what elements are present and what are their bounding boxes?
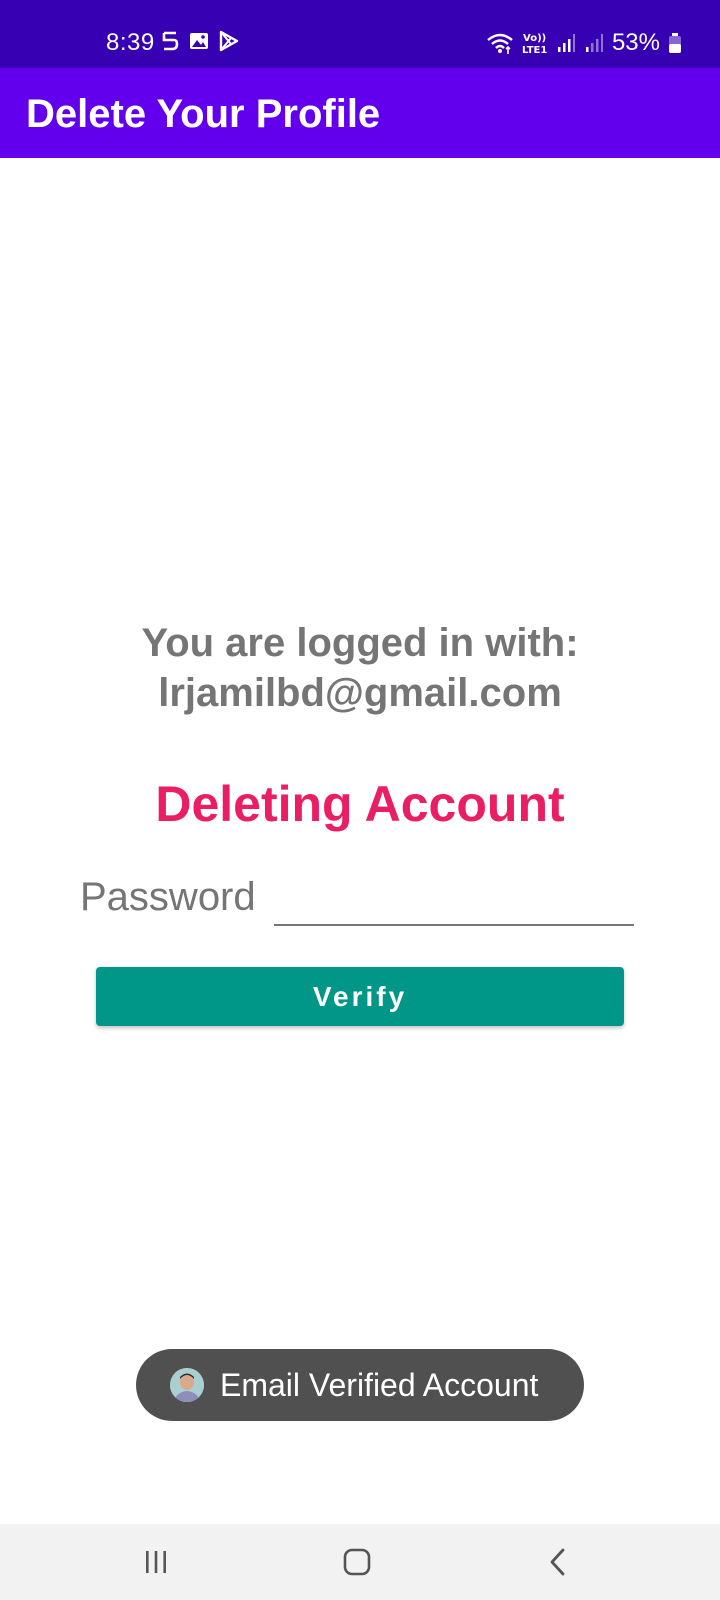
password-label: Password (80, 875, 256, 919)
wifi-icon (486, 31, 514, 55)
home-icon[interactable] (327, 1538, 387, 1586)
signal-icon (556, 32, 576, 54)
screen: 8:39 Vo)) LTE1 53% Delete Your Profile Y… (0, 0, 720, 1600)
svg-text:LTE1: LTE1 (522, 45, 547, 55)
s-notification-icon (160, 30, 180, 52)
volte-icon: Vo)) LTE1 (522, 31, 548, 55)
battery-percent: 53% (611, 29, 660, 56)
logged-in-label: You are logged in with: (141, 621, 579, 665)
status-left-icons (160, 30, 240, 52)
app-avatar-icon (170, 1368, 204, 1402)
status-time: 8:39 (106, 29, 155, 56)
battery-icon (668, 32, 682, 54)
play-store-icon (218, 30, 240, 52)
deleting-account-heading: Deleting Account (155, 776, 565, 832)
recent-apps-icon[interactable] (126, 1538, 186, 1586)
logged-in-info: You are logged in with: lrjamilbd@gmail.… (0, 618, 720, 718)
app-bar: Delete Your Profile (0, 68, 720, 158)
toast-message: Email Verified Account (220, 1367, 539, 1403)
gallery-icon (188, 30, 210, 52)
svg-text:Vo)): Vo)) (523, 33, 546, 44)
status-right: Vo)) LTE1 53% (486, 28, 682, 58)
verify-button[interactable]: Verify (96, 967, 624, 1026)
signal-icon-2 (584, 32, 604, 54)
page-title: Delete Your Profile (26, 92, 381, 136)
password-field[interactable] (274, 870, 634, 926)
toast: Email Verified Account (136, 1349, 584, 1421)
logged-in-email: lrjamilbd@gmail.com (158, 671, 562, 715)
status-bar: 8:39 Vo)) LTE1 53% (0, 0, 720, 68)
back-icon[interactable] (528, 1538, 588, 1586)
navigation-bar (0, 1524, 720, 1600)
